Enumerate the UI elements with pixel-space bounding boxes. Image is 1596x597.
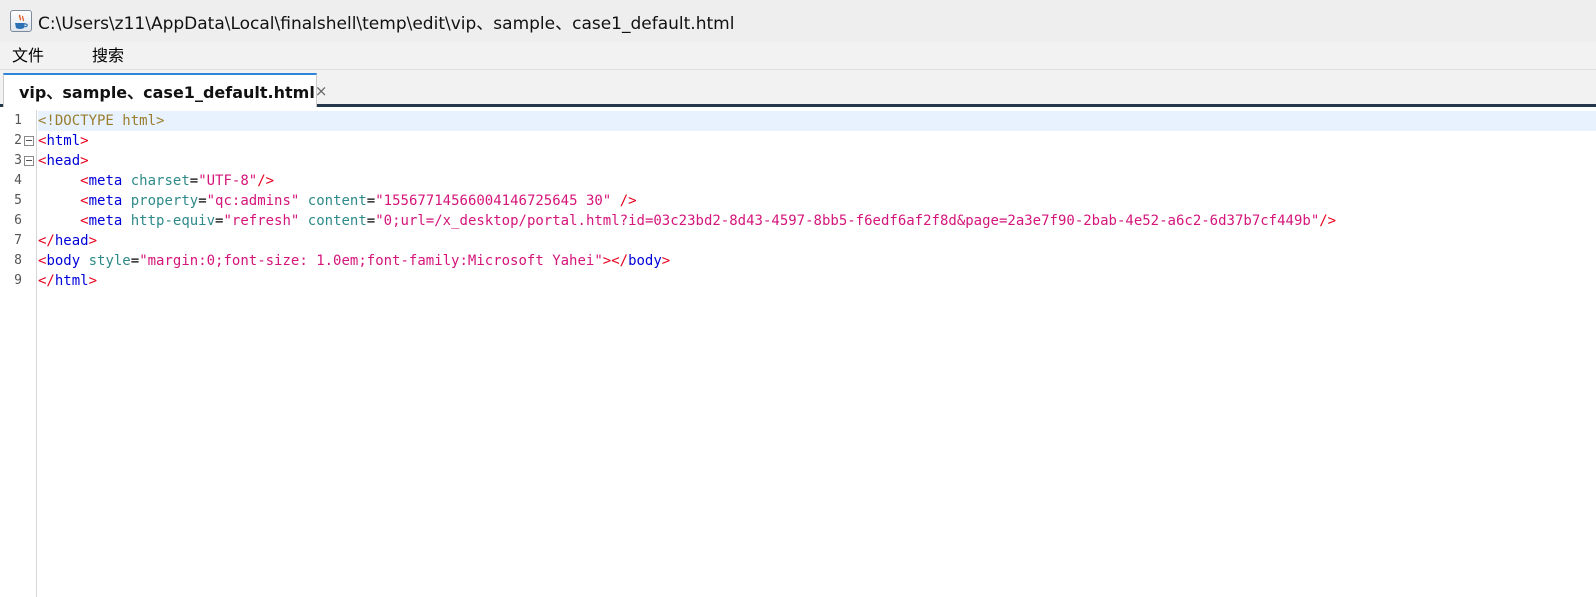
- code-line[interactable]: <meta property="qc:admins" content="1556…: [38, 191, 1596, 211]
- title-bar: C:\Users\z11\AppData\Local\finalshell\te…: [0, 0, 1596, 42]
- code-token: head: [54, 233, 89, 249]
- code-token: =: [130, 253, 140, 269]
- code-token: >: [80, 133, 89, 149]
- code-token: ></: [602, 253, 629, 269]
- code-token: />: [619, 193, 637, 209]
- code-token: meta: [88, 173, 123, 189]
- code-token: >: [661, 253, 671, 269]
- line-number: 5: [14, 193, 22, 208]
- code-token: </: [38, 273, 55, 289]
- code-token: >: [88, 233, 98, 249]
- code-token: =: [366, 193, 376, 209]
- close-icon[interactable]: ×: [315, 82, 328, 100]
- code-token: "15567714566004146725645 30": [375, 193, 612, 209]
- code-token: <: [80, 193, 89, 209]
- code-token: <: [80, 173, 89, 189]
- code-token: <: [80, 213, 89, 229]
- line-number: 1: [14, 113, 22, 128]
- code-token: =: [366, 213, 376, 229]
- menu-search[interactable]: 搜索: [80, 42, 136, 70]
- line-number: 3: [14, 153, 22, 168]
- code-line[interactable]: </html>: [38, 271, 1596, 291]
- line-number: 4: [14, 173, 22, 188]
- code-token: head: [46, 153, 81, 169]
- code-token: property: [130, 193, 199, 209]
- line-number: 7: [14, 233, 22, 248]
- fold-collapse-icon[interactable]: [24, 156, 34, 166]
- code-token: content: [307, 193, 367, 209]
- code-token: =: [189, 173, 199, 189]
- tab-bar: vip、sample、case1_default.html ×: [0, 70, 1596, 107]
- code-token: html: [46, 133, 81, 149]
- tab-file[interactable]: vip、sample、case1_default.html ×: [3, 73, 327, 107]
- code-line[interactable]: </head>: [38, 231, 1596, 251]
- code-token: "refresh": [223, 213, 300, 229]
- code-token: />: [1319, 213, 1337, 229]
- line-number-gutter: 1 2 3 4 5 6 7 8 9: [0, 110, 37, 597]
- menu-file[interactable]: 文件: [0, 42, 56, 70]
- code-token: "0;url=/x_desktop/portal.html?id=03c23bd…: [375, 213, 1320, 229]
- menu-bar: 文件 搜索: [0, 42, 1596, 70]
- code-token: meta: [88, 213, 123, 229]
- code-token: style: [88, 253, 131, 269]
- line-number: 9: [14, 273, 22, 288]
- tab-label: vip、sample、case1_default.html: [19, 83, 315, 102]
- code-token: >: [80, 153, 89, 169]
- code-token: html: [54, 273, 89, 289]
- code-token: http-equiv: [130, 213, 216, 229]
- code-token: charset: [130, 173, 190, 189]
- code-token: body: [628, 253, 662, 269]
- code-token: "qc:admins": [206, 193, 300, 209]
- code-token: meta: [88, 193, 123, 209]
- code-line[interactable]: <body style="margin:0;font-size: 1.0em;f…: [38, 251, 1596, 271]
- line-number: 6: [14, 213, 22, 228]
- code-token: >: [88, 273, 98, 289]
- code-token: />: [257, 173, 275, 189]
- code-token: <!DOCTYPE html>: [38, 113, 165, 129]
- code-token: "margin:0;font-size: 1.0em;font-family:M…: [139, 253, 603, 269]
- code-line[interactable]: <meta charset="UTF-8"/>: [38, 171, 1596, 191]
- code-area[interactable]: <!DOCTYPE html> <html> <head> <meta charse…: [38, 110, 1596, 597]
- fold-collapse-icon[interactable]: [24, 136, 34, 146]
- code-line[interactable]: <html>: [38, 131, 1596, 151]
- code-token: =: [198, 193, 207, 209]
- window-title: C:\Users\z11\AppData\Local\finalshell\te…: [38, 13, 735, 34]
- code-line[interactable]: <!DOCTYPE html>: [38, 111, 1596, 131]
- line-number: 2: [14, 133, 22, 148]
- code-token: </: [38, 233, 55, 249]
- code-line[interactable]: <meta http-equiv="refresh" content="0;ur…: [38, 211, 1596, 231]
- code-token: "UTF-8": [198, 173, 258, 189]
- code-token: body: [46, 253, 81, 269]
- line-number: 8: [14, 253, 22, 268]
- java-coffee-cup-icon: [10, 10, 32, 32]
- code-line[interactable]: <head>: [38, 151, 1596, 171]
- code-editor[interactable]: 123456789 <!DOCTYPE html> <html> <head> <m…: [0, 110, 1596, 597]
- code-token: content: [307, 213, 367, 229]
